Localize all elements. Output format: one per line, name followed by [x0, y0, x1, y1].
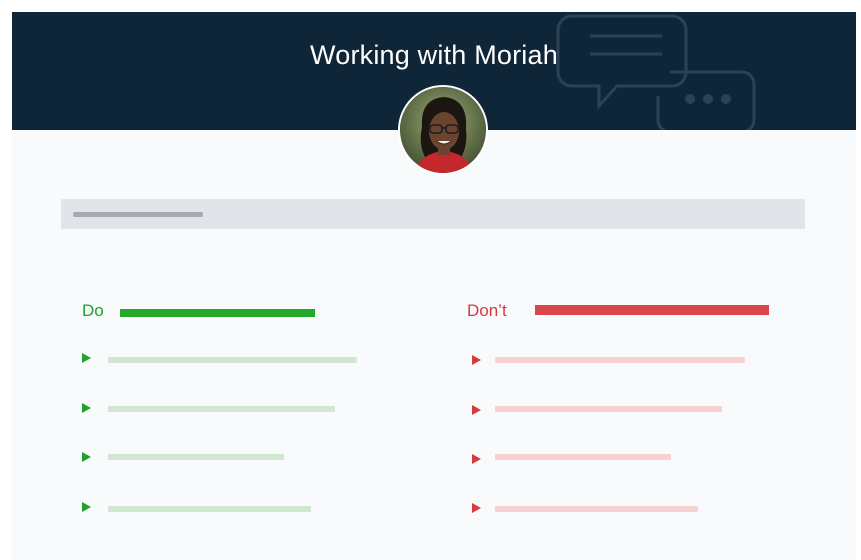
play-arrow-icon [82, 353, 91, 363]
placeholder-line [495, 506, 698, 512]
placeholder-line [108, 406, 335, 412]
card-frame: Working with Moriah Do Don’t [12, 12, 856, 560]
play-arrow-icon [82, 403, 91, 413]
do-heading-underline [120, 309, 315, 317]
placeholder-line [108, 506, 311, 512]
chat-bubbles-icon [556, 14, 756, 130]
play-arrow-icon [82, 452, 91, 462]
play-arrow-icon [472, 503, 481, 513]
do-heading: Do [82, 301, 104, 320]
placeholder-line [108, 454, 284, 460]
search-bar[interactable] [61, 199, 805, 229]
avatar [398, 85, 488, 175]
play-arrow-icon [472, 454, 481, 464]
page-title: Working with Moriah [310, 40, 558, 70]
dont-heading-underline [535, 305, 769, 315]
placeholder-line [495, 406, 722, 412]
search-placeholder-line [73, 212, 203, 217]
placeholder-line [495, 454, 671, 460]
play-arrow-icon [82, 502, 91, 512]
placeholder-line [495, 357, 745, 363]
dont-heading: Don’t [467, 301, 507, 320]
play-arrow-icon [472, 405, 481, 415]
user-avatar-photo [400, 87, 486, 173]
play-arrow-icon [472, 355, 481, 365]
placeholder-line [108, 357, 357, 363]
